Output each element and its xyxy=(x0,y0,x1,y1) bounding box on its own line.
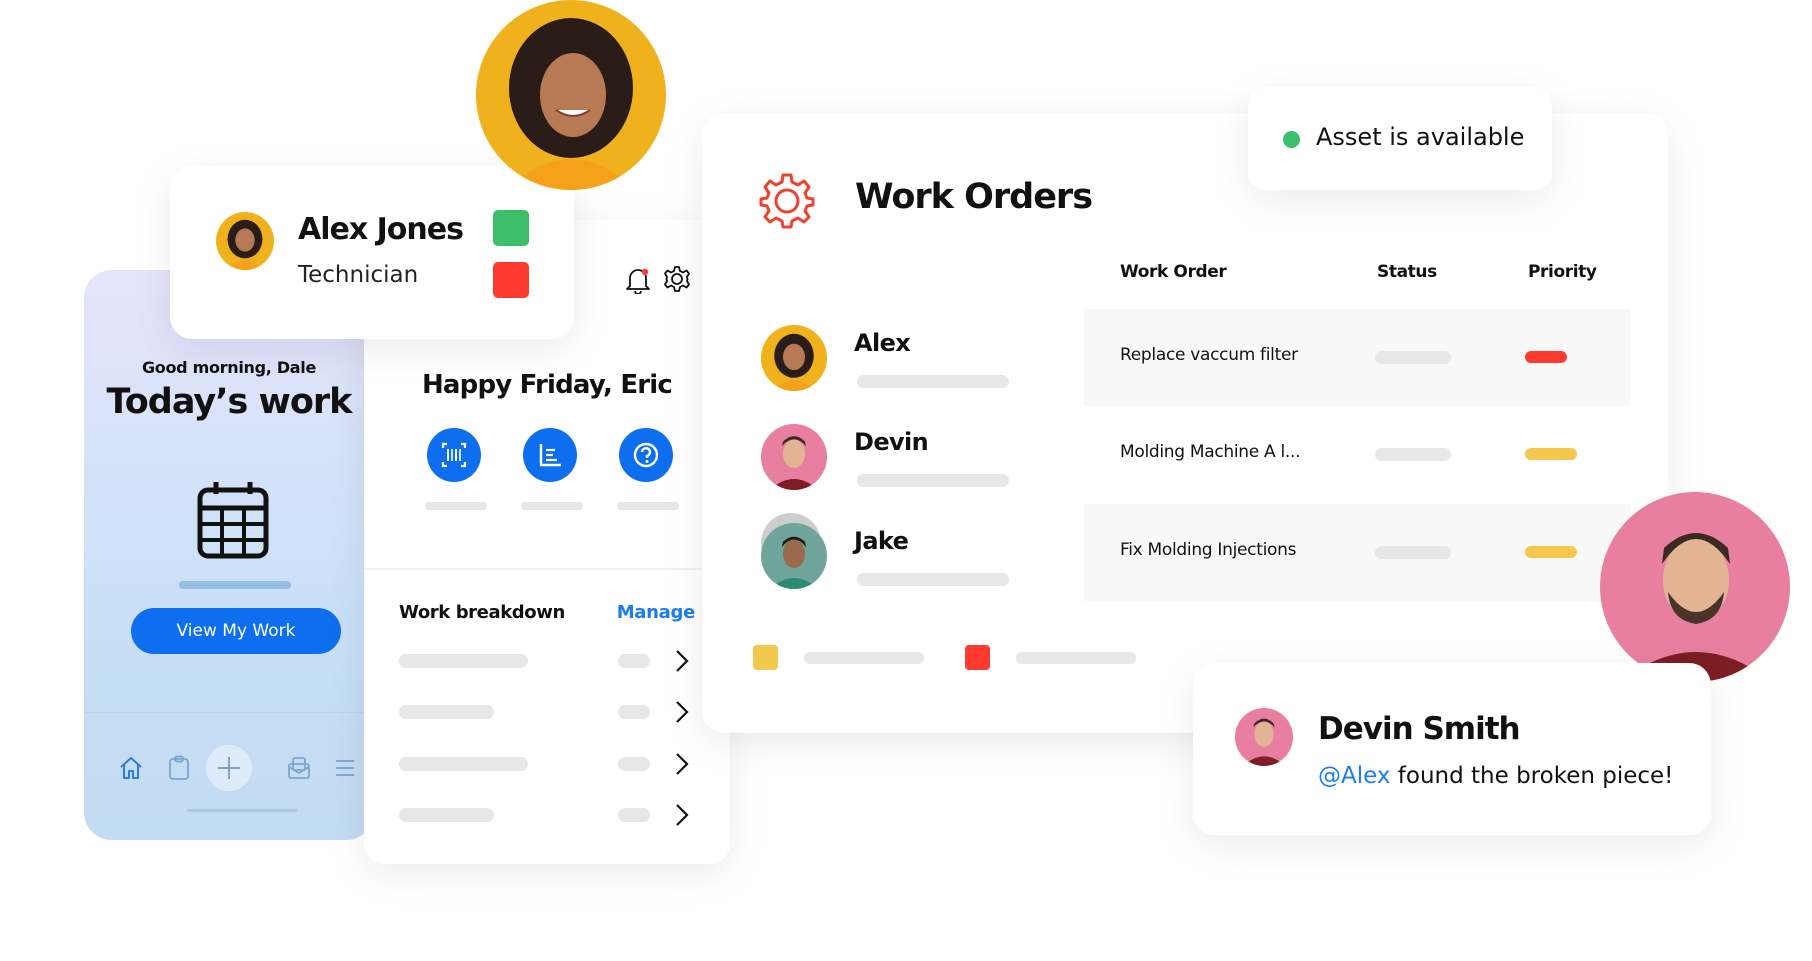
row-label-placeholder xyxy=(399,808,494,822)
comment-message: @Alex found the broken piece! xyxy=(1318,763,1673,789)
home-icon[interactable] xyxy=(118,755,144,781)
alex-large-avatar xyxy=(476,0,666,190)
avatar xyxy=(761,325,827,391)
action-label-placeholder xyxy=(521,502,583,510)
row-label-placeholder xyxy=(399,705,494,719)
row-count-placeholder xyxy=(618,705,650,719)
happy-friday-greeting: Happy Friday, Eric xyxy=(421,370,673,400)
work-order-name: Molding Machine A l... xyxy=(1120,442,1301,462)
chevron-right-icon xyxy=(676,804,689,826)
work-breakdown-title: Work breakdown xyxy=(399,602,565,623)
status-indicator-red xyxy=(493,262,529,298)
asset-status-badge: Asset is available xyxy=(1248,87,1552,190)
work-order-name: Fix Molding Injections xyxy=(1120,540,1297,560)
home-indicator xyxy=(187,809,297,812)
priority-indicator xyxy=(1525,546,1577,558)
add-icon xyxy=(218,757,240,779)
chevron-right-icon xyxy=(676,753,689,775)
chevron-right-icon xyxy=(676,701,689,723)
profile-card: Alex Jones Technician xyxy=(170,166,574,339)
action-label-placeholder xyxy=(617,502,679,510)
report-chart-icon xyxy=(539,444,561,467)
priority-indicator xyxy=(1525,448,1577,460)
table-row[interactable]: Replace vaccum filter xyxy=(1084,309,1630,406)
profile-role: Technician xyxy=(298,262,419,288)
assignee-detail-placeholder xyxy=(857,375,1009,388)
avatar xyxy=(761,424,827,490)
column-header-status[interactable]: Status xyxy=(1377,262,1437,282)
row-label-placeholder xyxy=(399,654,528,668)
devin-large-avatar xyxy=(1600,492,1790,682)
table-row[interactable]: Molding Machine A l... xyxy=(1084,406,1630,503)
gear-icon xyxy=(757,171,817,231)
avatar xyxy=(216,212,274,270)
assignee-detail-placeholder xyxy=(857,474,1009,487)
assignee-name: Jake xyxy=(854,527,909,555)
legend-swatch-yellow xyxy=(753,645,778,670)
today-work-title: Today’s work xyxy=(106,382,353,422)
status-placeholder xyxy=(1375,351,1451,364)
menu-icon[interactable] xyxy=(335,759,355,777)
column-header-priority[interactable]: Priority xyxy=(1528,262,1597,282)
barcode-scan-icon xyxy=(441,442,467,468)
barcode-scan-button[interactable] xyxy=(427,428,481,482)
status-placeholder xyxy=(1375,546,1451,559)
gear-icon[interactable] xyxy=(662,264,692,294)
comment-author: Devin Smith xyxy=(1318,711,1521,747)
column-header-work-order[interactable]: Work Order xyxy=(1120,262,1227,282)
table-row[interactable]: Fix Molding Injections xyxy=(1084,504,1630,601)
divider xyxy=(364,568,730,570)
assignee-name: Devin xyxy=(854,428,929,456)
work-orders-card: Work Orders Work Order Status Priority A… xyxy=(702,113,1668,733)
add-button[interactable] xyxy=(206,745,252,791)
row-count-placeholder xyxy=(618,808,650,822)
row-count-placeholder xyxy=(618,654,650,668)
inbox-icon[interactable] xyxy=(287,755,311,781)
legend-swatch-red xyxy=(965,645,990,670)
row-count-placeholder xyxy=(618,757,650,771)
profile-name: Alex Jones xyxy=(298,212,464,247)
calendar-icon xyxy=(197,480,269,560)
status-dot xyxy=(1283,131,1300,148)
greeting-text: Good morning, Dale xyxy=(141,358,317,377)
manage-link[interactable]: Manage xyxy=(617,602,696,623)
progress-placeholder xyxy=(179,581,291,589)
clipboard-icon[interactable] xyxy=(168,755,190,781)
assignee-name: Alex xyxy=(854,329,911,357)
reports-button[interactable] xyxy=(523,428,577,482)
work-order-name: Replace vaccum filter xyxy=(1120,345,1298,365)
bell-icon[interactable] xyxy=(624,264,652,295)
bottom-tab-bar xyxy=(84,712,374,840)
help-icon xyxy=(633,442,659,468)
chevron-right-icon xyxy=(676,650,689,672)
view-my-work-button[interactable]: View My Work xyxy=(131,608,341,654)
row-label-placeholder xyxy=(399,757,528,771)
action-label-placeholder xyxy=(425,502,487,510)
assignee-detail-placeholder xyxy=(857,573,1009,586)
avatar xyxy=(761,523,827,589)
asset-status-text: Asset is available xyxy=(1316,123,1525,151)
status-placeholder xyxy=(1375,448,1451,461)
work-orders-title: Work Orders xyxy=(855,177,1093,217)
legend-label-placeholder xyxy=(1016,652,1136,664)
mobile-home-screen: Good morning, Dale Today’s work View My … xyxy=(84,270,374,840)
comment-card: Devin Smith @Alex found the broken piece… xyxy=(1193,663,1711,835)
help-button[interactable] xyxy=(619,428,673,482)
legend-label-placeholder xyxy=(804,652,924,664)
avatar xyxy=(1235,708,1293,766)
status-indicator-green xyxy=(493,210,529,246)
priority-indicator xyxy=(1525,351,1567,363)
comment-text: found the broken piece! xyxy=(1390,763,1674,789)
mention-link[interactable]: @Alex xyxy=(1318,763,1390,789)
